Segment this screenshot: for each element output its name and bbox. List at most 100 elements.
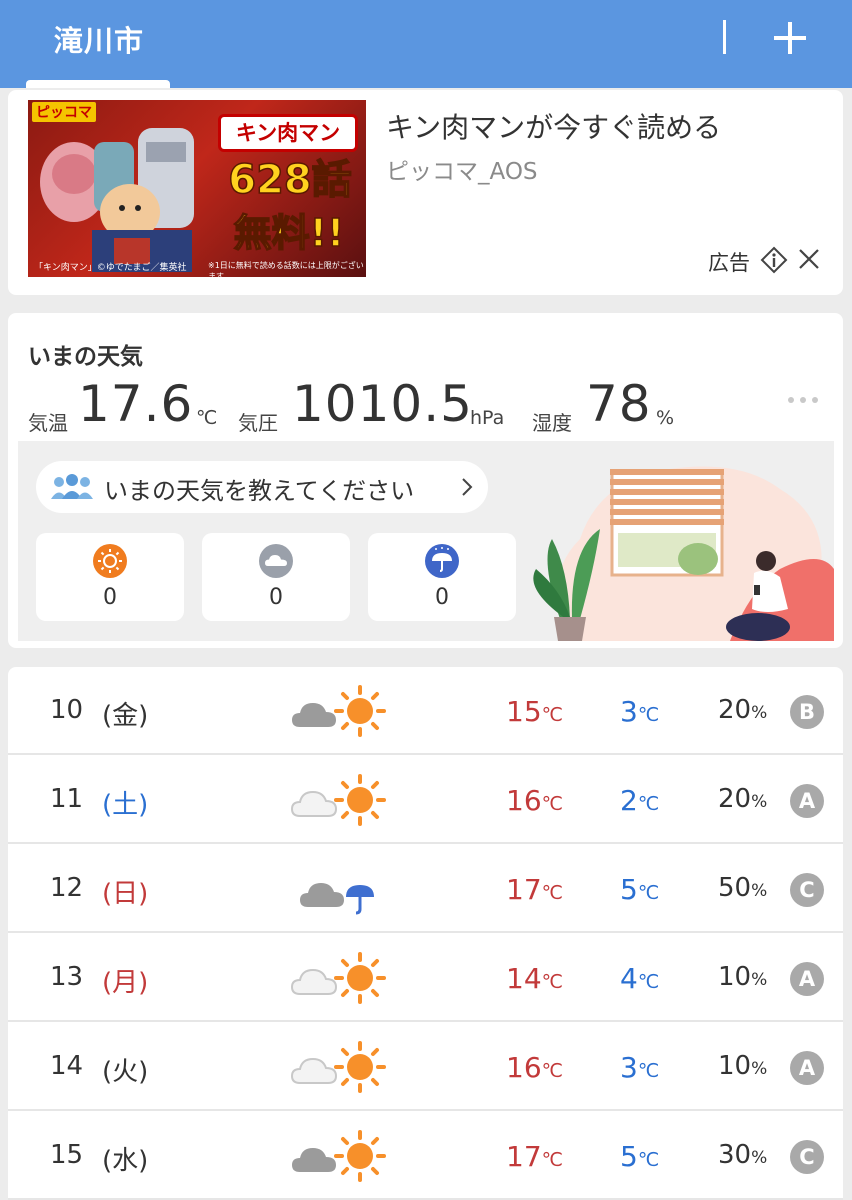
city-tab[interactable]: 滝川市 [54, 18, 144, 60]
more-options-icon[interactable] [786, 391, 820, 407]
forecast-row[interactable]: 15 (水) 17℃ 5℃ 30% C [8, 1112, 843, 1200]
ad-characters-art [40, 128, 194, 272]
ad-sponsor: ピッコマ_AOS [386, 159, 538, 185]
percent-unit: % [751, 1059, 768, 1079]
forecast-reliability-badge: C [790, 873, 824, 907]
forecast-row[interactable]: 14 (火) 16℃ 3℃ 10% A [8, 1023, 843, 1111]
ad-image-title: キン肉マン [218, 114, 358, 152]
forecast-weekday: (火) [102, 1057, 149, 1087]
percent-unit: % [751, 970, 768, 990]
forecast-day: 12 [50, 873, 84, 903]
humidity-unit: % [656, 407, 675, 429]
celsius-unit: ℃ [637, 971, 660, 993]
forecast-low-value: 3 [620, 695, 638, 728]
weather-report-prompt: いまの天気を教えてください [104, 477, 415, 505]
forecast-high-value: 16 [506, 784, 542, 817]
forecast-weekday: (月) [102, 968, 149, 998]
ad-image-note: ※1日に無料で読める話数には上限がございます。 [208, 261, 364, 277]
forecast-precipitation: 20% [718, 784, 767, 814]
room-illustration [533, 466, 834, 641]
close-icon[interactable] [796, 246, 822, 272]
percent-unit: % [751, 881, 768, 901]
forecast-list: 10 (金) 15℃ 3℃ 20% B 11 (土) 16℃ 2℃ 20% A … [8, 667, 843, 1200]
forecast-high: 14℃ [506, 962, 563, 995]
forecast-low-value: 2 [620, 784, 638, 817]
forecast-high-value: 17 [506, 1140, 542, 1173]
forecast-low: 3℃ [620, 1051, 659, 1084]
temperature-value: 17.6 [78, 375, 194, 433]
ad-image[interactable]: ピッコマ キン肉マン 628話 無料!! 「キン肉マン」©ゆでたまご／集英社 ※… [28, 100, 366, 277]
forecast-precipitation-value: 50 [718, 873, 752, 903]
info-icon[interactable] [760, 246, 788, 274]
forecast-precipitation-value: 20 [718, 784, 752, 814]
current-weather-card: いまの天気 気温 17.6 ℃ 気圧 1010.5 hPa 湿度 78 % いま… [8, 313, 843, 648]
humidity-label: 湿度 [532, 411, 572, 435]
forecast-reliability-badge: B [790, 695, 824, 729]
forecast-weekday: (水) [102, 1146, 149, 1176]
forecast-weekday: (金) [102, 701, 149, 731]
forecast-high: 17℃ [506, 873, 563, 906]
forecast-low-value: 3 [620, 1051, 638, 1084]
pressure-unit: hPa [470, 407, 505, 429]
cloud-sun-icon [292, 1130, 386, 1182]
forecast-high: 17℃ [506, 1140, 563, 1173]
forecast-precipitation-value: 20 [718, 695, 752, 725]
celsius-unit: ℃ [541, 1149, 563, 1171]
ad-card[interactable]: ピッコマ キン肉マン 628話 無料!! 「キン肉マン」©ゆでたまご／集英社 ※… [8, 90, 843, 295]
celsius-unit: ℃ [637, 793, 660, 815]
cloud-sun-icon [290, 774, 386, 826]
forecast-high-value: 16 [506, 1051, 542, 1084]
ad-image-episodes: 628話 [228, 156, 353, 204]
forecast-precipitation-value: 10 [718, 1051, 752, 1081]
forecast-high: 15℃ [506, 695, 563, 728]
celsius-unit: ℃ [541, 704, 563, 726]
celsius-unit: ℃ [541, 882, 563, 904]
forecast-row[interactable]: 12 (日) 17℃ 5℃ 50% C [8, 845, 843, 933]
forecast-precipitation-value: 10 [718, 962, 752, 992]
ad-image-badge: ピッコマ [32, 102, 96, 122]
forecast-high: 16℃ [506, 1051, 563, 1084]
cloud-sun-icon [292, 685, 386, 737]
ad-image-credit: 「キン肉マン」©ゆでたまご／集英社 [34, 263, 187, 273]
forecast-reliability-badge: A [790, 784, 824, 818]
vote-sunny-count: 0 [103, 585, 117, 610]
forecast-low-value: 4 [620, 962, 638, 995]
pressure-value: 1010.5 [292, 375, 473, 433]
vote-rainy-count: 0 [435, 585, 449, 610]
forecast-high-value: 17 [506, 873, 542, 906]
forecast-low-value: 5 [620, 1140, 638, 1173]
cloud-icon [259, 544, 293, 578]
temperature-unit: ℃ [196, 407, 218, 429]
weather-report-button[interactable]: いまの天気を教えてください [36, 461, 488, 513]
forecast-low: 4℃ [620, 962, 659, 995]
ad-image-free: 無料!! [233, 210, 345, 256]
chevron-right-icon [462, 478, 473, 496]
celsius-unit: ℃ [637, 1060, 660, 1082]
current-weather-title: いまの天気 [28, 344, 143, 370]
forecast-row[interactable]: 11 (土) 16℃ 2℃ 20% A [8, 756, 843, 844]
forecast-weekday: (日) [102, 879, 149, 909]
forecast-low: 3℃ [620, 695, 659, 728]
weather-report-panel: いまの天気を教えてください 0 0 0 [18, 441, 834, 641]
forecast-row[interactable]: 13 (月) 14℃ 4℃ 10% A [8, 934, 843, 1022]
celsius-unit: ℃ [637, 704, 660, 726]
active-tab-indicator [26, 80, 170, 88]
forecast-day: 11 [50, 784, 84, 814]
cloud-sun-icon [290, 952, 386, 1004]
celsius-unit: ℃ [541, 971, 563, 993]
add-city-button[interactable] [768, 16, 812, 60]
forecast-day: 10 [50, 695, 84, 725]
umbrella-icon [425, 544, 459, 578]
vote-cloudy-button[interactable]: 0 [202, 533, 350, 621]
forecast-row[interactable]: 10 (金) 15℃ 3℃ 20% B [8, 667, 843, 755]
people-icon [51, 474, 93, 499]
header-divider [723, 20, 726, 54]
vote-rainy-button[interactable]: 0 [368, 533, 516, 621]
ad-title[interactable]: キン肉マンが今すぐ読める [386, 106, 721, 146]
vote-sunny-button[interactable]: 0 [36, 533, 184, 621]
ad-label: 広告 [708, 251, 750, 275]
app-header: 滝川市 [0, 0, 852, 88]
forecast-day: 15 [50, 1140, 84, 1170]
temperature-label: 気温 [28, 411, 68, 435]
forecast-precipitation: 30% [718, 1140, 767, 1170]
